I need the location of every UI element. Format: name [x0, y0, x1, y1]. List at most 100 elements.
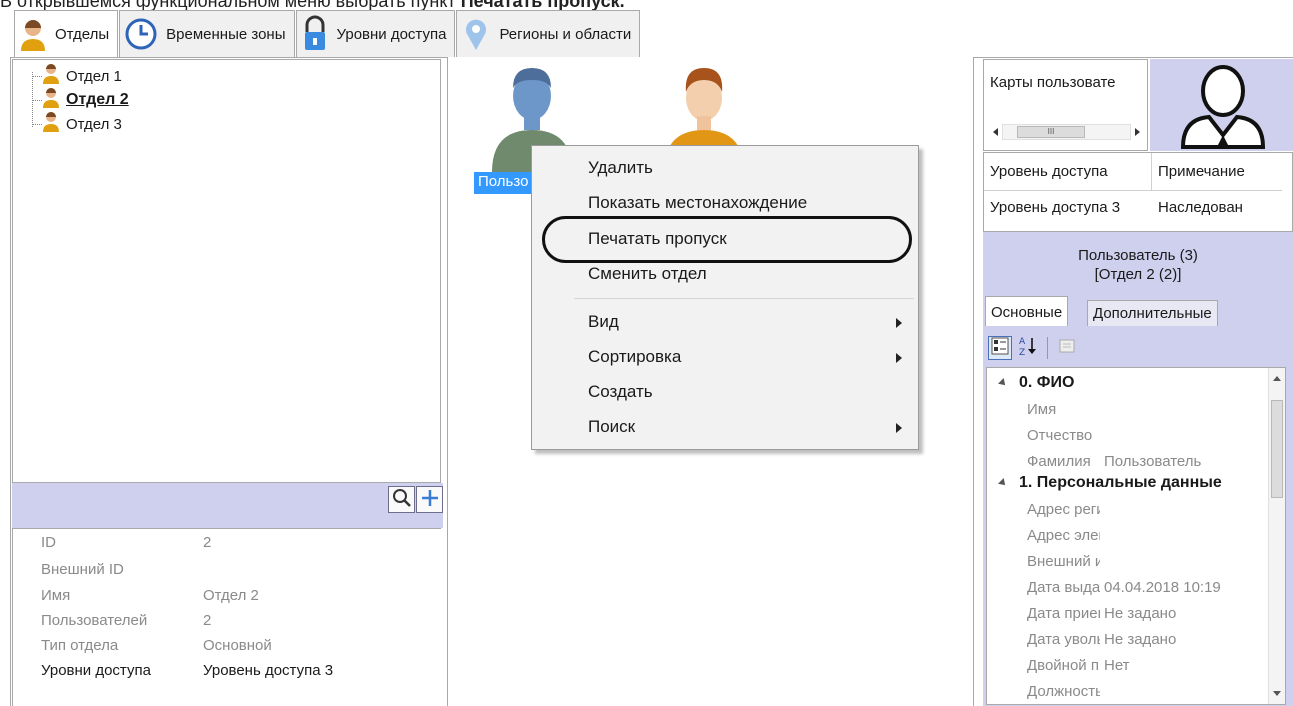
search-button[interactable]: [388, 486, 415, 513]
context-menu: Удалить Показать местонахождение Печатат…: [531, 145, 919, 450]
category-label: 1. Персональные данные: [1019, 474, 1222, 491]
plus-icon: [420, 488, 440, 512]
add-button[interactable]: [416, 486, 443, 513]
user-info-name: Пользователь (3): [1078, 247, 1198, 264]
tab-access-levels[interactable]: Уровни доступа: [295, 10, 456, 57]
highlight-ellipse: [542, 216, 912, 263]
prop-row-access-levels: Уровни доступа Уровень доступа 3: [41, 662, 333, 682]
menu-item-search[interactable]: Поиск: [588, 412, 635, 442]
toolbar-separator: [1047, 337, 1048, 359]
person-outline-icon: [1180, 61, 1266, 153]
map-pin-icon: [461, 16, 491, 52]
alphabetical-button[interactable]: AZ: [1016, 336, 1040, 360]
scroll-thumb[interactable]: III: [1017, 126, 1085, 138]
search-icon: [392, 488, 412, 512]
scroll-down-icon[interactable]: [1273, 691, 1281, 696]
property-row[interactable]: Внешний ид: [1027, 550, 1104, 572]
submenu-arrow-icon: [896, 353, 902, 363]
menu-item-change-department[interactable]: Сменить отдел: [588, 259, 707, 289]
property-row[interactable]: Адрес элект: [1027, 524, 1104, 546]
tree-item-department-1[interactable]: Отдел 1: [42, 63, 122, 89]
menu-separator: [574, 298, 914, 299]
property-grid-toolbar: AZ: [988, 333, 1079, 363]
property-row[interactable]: Должность: [1027, 680, 1104, 702]
scroll-up-icon[interactable]: [1273, 376, 1281, 381]
property-row[interactable]: Дата выдач 04.04.2018 10:19: [1027, 576, 1221, 598]
prop-key: Уровни доступа: [41, 662, 151, 679]
access-levels-table: Уровень доступа Примечание Уровень досту…: [983, 152, 1293, 232]
property-value: Нет: [1104, 656, 1130, 674]
property-row[interactable]: Адрес регис: [1027, 498, 1104, 520]
menu-item-view[interactable]: Вид: [588, 307, 908, 337]
tab-departments[interactable]: Отделы: [14, 10, 119, 58]
property-key: Дата выдач: [1027, 578, 1100, 596]
tree-connector: [32, 124, 42, 125]
prop-row-users: Пользователей 2: [41, 612, 211, 632]
tab-main[interactable]: Основные: [985, 296, 1069, 327]
collapse-icon[interactable]: [998, 378, 1008, 388]
menu-item-label: Создать: [588, 382, 653, 401]
property-row[interactable]: Имя: [1027, 398, 1104, 420]
menu-item-show-location[interactable]: Показать местонахождение: [588, 188, 807, 218]
prop-key: ID: [41, 534, 56, 551]
user-icon: [19, 17, 47, 53]
user-icon: [42, 63, 60, 89]
tree-item-department-3[interactable]: Отдел 3: [42, 112, 122, 135]
property-grid-scrollbar[interactable]: [1268, 368, 1285, 704]
prop-value: Основной: [203, 637, 272, 654]
collapse-icon[interactable]: [998, 478, 1008, 488]
property-key: Двойной пр: [1027, 656, 1100, 674]
menu-item-label: Удалить: [588, 158, 653, 177]
category-label: 0. ФИО: [1019, 374, 1075, 391]
category-fio[interactable]: 0. ФИО: [998, 372, 1075, 394]
department-toolbar: [12, 483, 443, 528]
menu-item-label: Сменить отдел: [588, 264, 707, 283]
categorized-icon: [991, 337, 1009, 359]
user-info-band: Пользователь (3) [Отдел 2 (2)]: [983, 232, 1293, 296]
table-cell[interactable]: Наследован: [1152, 191, 1282, 223]
tree-connector: [32, 76, 42, 77]
menu-item-delete[interactable]: Удалить: [588, 153, 653, 183]
prop-key: Тип отдела: [41, 637, 119, 654]
property-row[interactable]: Дата прием Не задано: [1027, 602, 1176, 624]
scroll-left-icon[interactable]: [993, 128, 998, 136]
menu-item-label: Показать местонахождение: [588, 193, 808, 212]
submenu-arrow-icon: [896, 318, 902, 328]
tree-item-label: Отдел 3: [66, 115, 122, 133]
property-pages-button[interactable]: [1055, 336, 1079, 360]
column-header-access-level[interactable]: Уровень доступа: [984, 153, 1152, 191]
prop-key: Пользователей: [41, 612, 148, 629]
property-key: Адрес регис: [1027, 500, 1100, 518]
table-cell[interactable]: Уровень доступа 3: [984, 191, 1152, 223]
user-cards-panel: Карты пользовате III: [983, 59, 1148, 151]
property-row[interactable]: Отчество: [1027, 424, 1104, 446]
property-row[interactable]: Двойной пр Нет: [1027, 654, 1130, 676]
tab-additional[interactable]: Дополнительные: [1087, 300, 1218, 326]
categorized-button[interactable]: [988, 336, 1012, 360]
tab-regions[interactable]: Регионы и области: [456, 10, 641, 57]
menu-item-sort[interactable]: Сортировка: [588, 342, 681, 372]
tab-time-zones[interactable]: Временные зоны: [119, 10, 295, 57]
prop-value: Отдел 2: [203, 587, 259, 604]
cards-scrollbar[interactable]: III: [989, 123, 1144, 141]
prop-row-id: ID 2: [41, 534, 211, 554]
property-row[interactable]: Дата уволь Не задано: [1027, 628, 1176, 650]
menu-item-label: Сортировка: [588, 347, 682, 366]
menu-item-label: Поиск: [588, 417, 636, 436]
menu-item-create[interactable]: Создать: [588, 377, 653, 407]
scroll-thumb[interactable]: [1271, 400, 1283, 498]
prop-value: 2: [203, 612, 212, 629]
prop-key: Имя: [41, 587, 71, 604]
column-header-note[interactable]: Примечание: [1152, 153, 1282, 191]
property-row[interactable]: Фамилия Пользователь: [1027, 450, 1201, 472]
category-personal-data[interactable]: 1. Персональные данные: [998, 472, 1222, 494]
property-value: Не задано: [1104, 630, 1177, 648]
scroll-track[interactable]: III: [1002, 124, 1131, 140]
user-photo[interactable]: [1150, 59, 1293, 151]
property-key: Адрес элект: [1027, 526, 1100, 544]
scroll-right-icon[interactable]: [1135, 128, 1140, 136]
user-sub-tabs: Основные Дополнительные: [983, 296, 1293, 327]
tree-connector: [32, 100, 42, 101]
tree-item-department-2[interactable]: Отдел 2: [42, 88, 129, 111]
property-grid[interactable]: 0. ФИО Имя Отчество Фамилия Пользователь …: [986, 367, 1286, 705]
